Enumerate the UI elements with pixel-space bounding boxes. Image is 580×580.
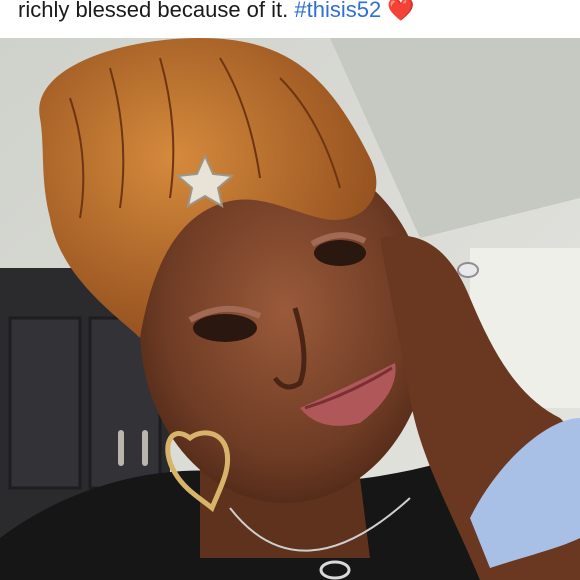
right-eye <box>314 240 366 266</box>
cabinet-door-left <box>8 316 82 490</box>
post-caption: richly blessed because of it. #thisis52 … <box>0 0 580 38</box>
cabinet-handle-right <box>142 430 148 466</box>
caption-text: richly blessed because of it. <box>18 0 289 22</box>
diamond-ring <box>457 262 479 278</box>
hashtag-link[interactable]: #thisis52 <box>294 0 381 22</box>
cabinet-handle-left <box>118 430 124 466</box>
selfie-photo[interactable] <box>0 38 580 580</box>
left-eye <box>193 314 257 342</box>
heart-emoji-icon: ❤️ <box>387 0 415 22</box>
photo-illustration <box>0 38 580 580</box>
caption-text-line: richly blessed because of it. #thisis52 … <box>18 0 415 24</box>
